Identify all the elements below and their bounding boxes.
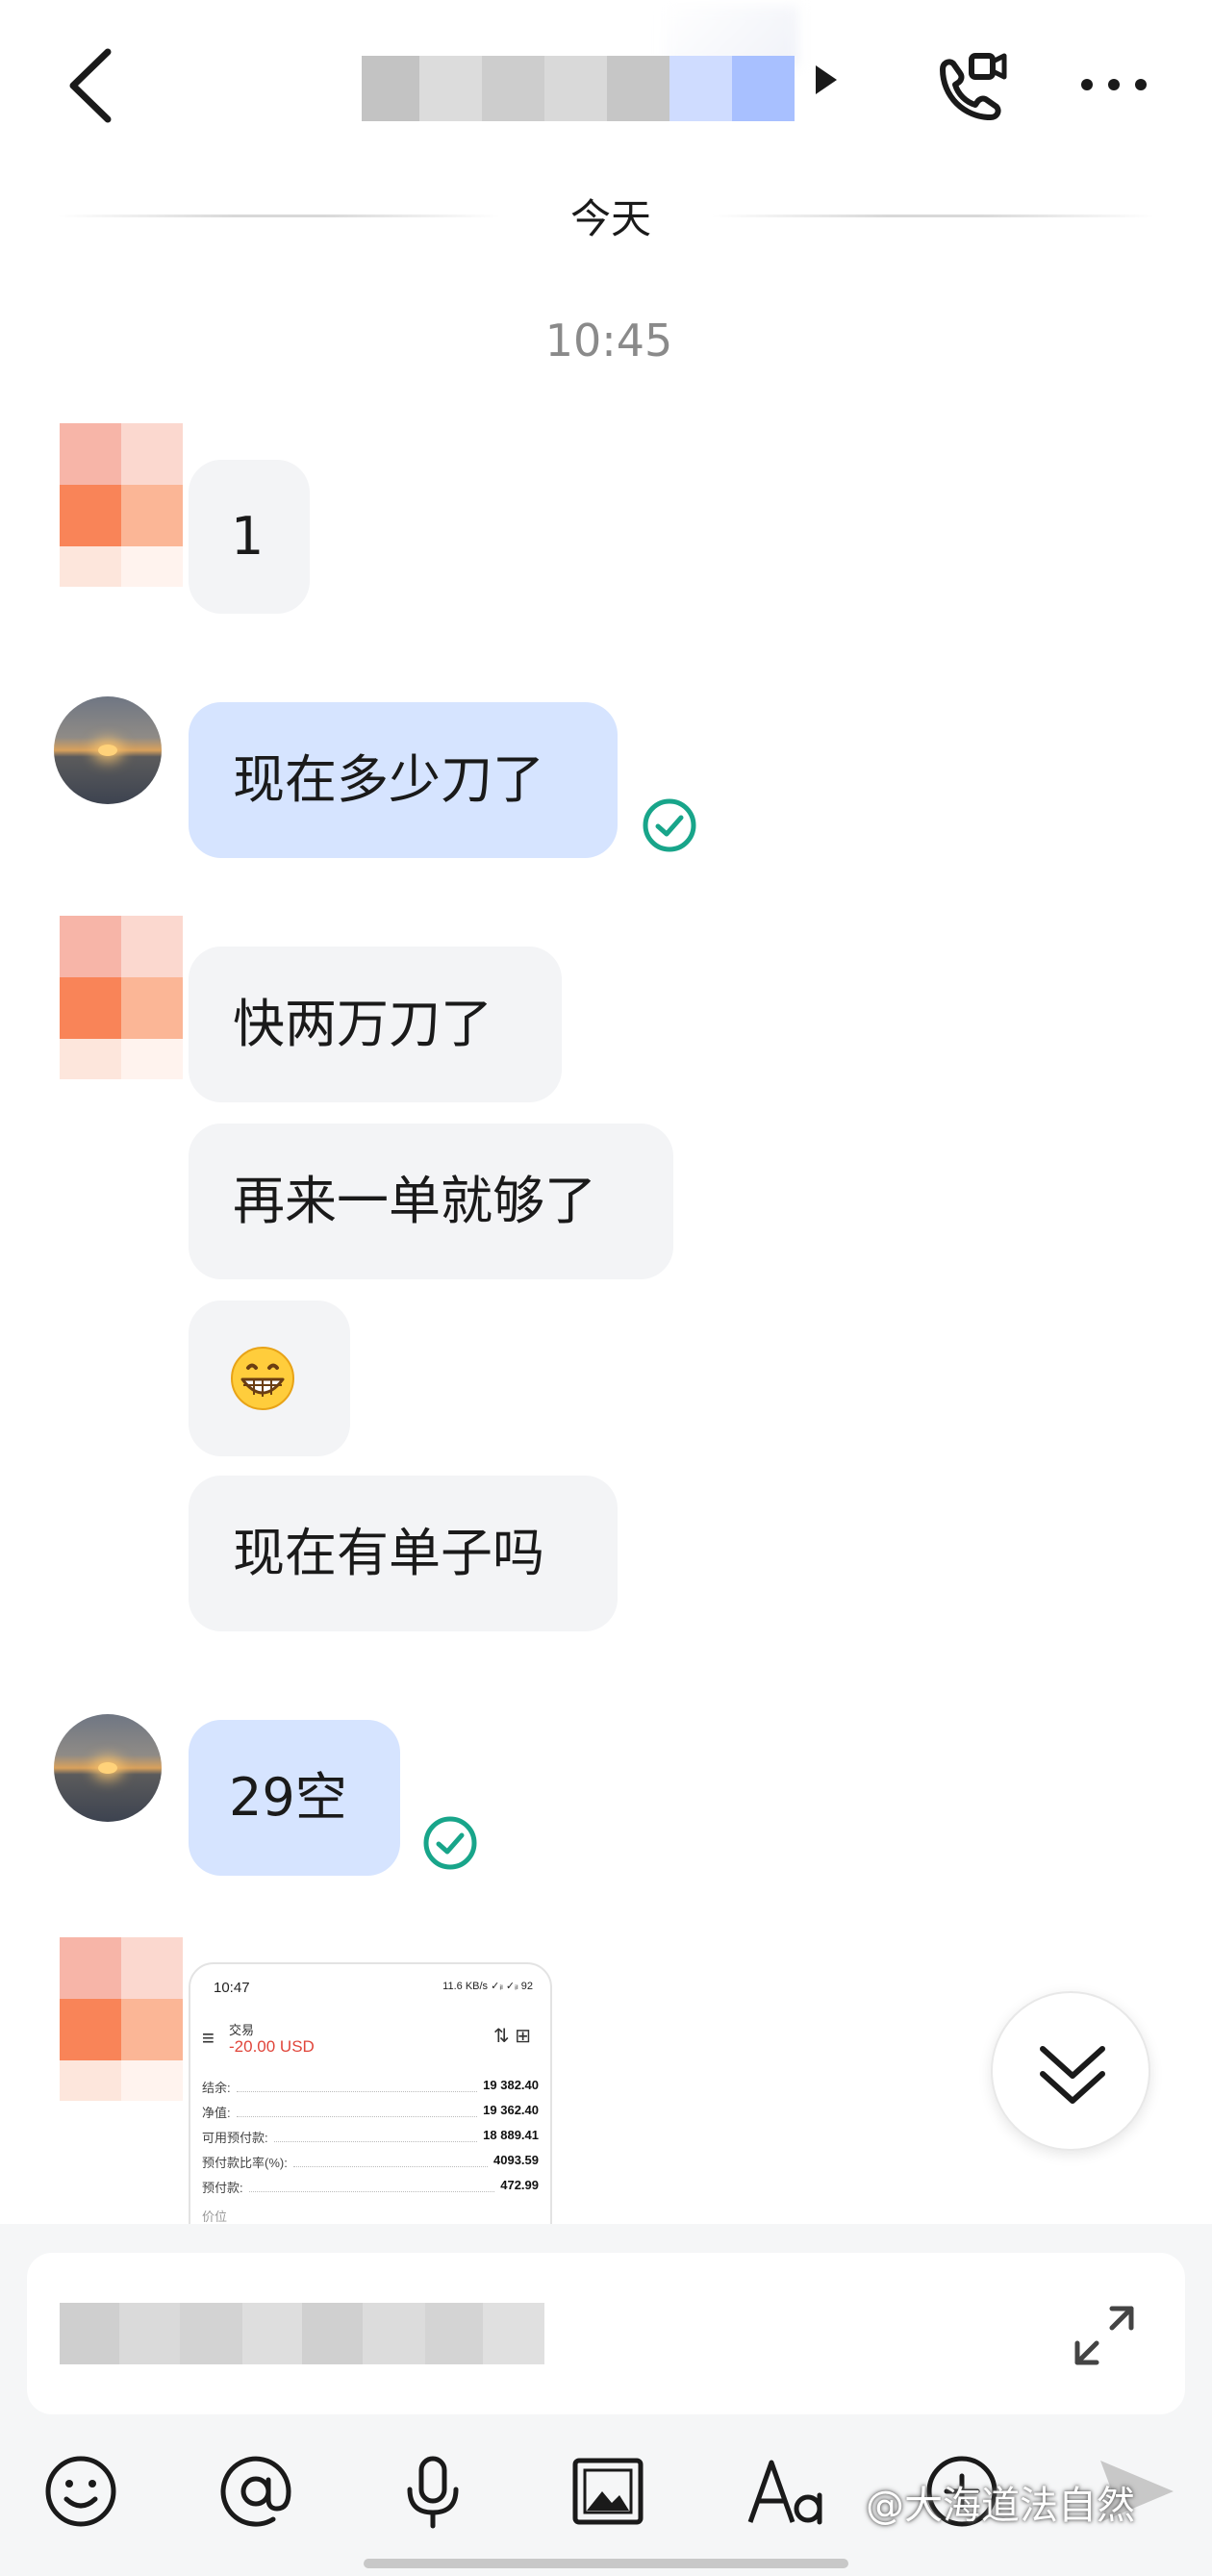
date-divider-line-left <box>58 215 500 217</box>
emoji-icon <box>45 2456 116 2527</box>
message-text: 29空 <box>229 1767 347 1828</box>
voice-button[interactable] <box>392 2451 473 2532</box>
screenshot-title: 交易 <box>229 2023 255 2037</box>
expand-input-button[interactable] <box>1068 2299 1141 2372</box>
account-row: 预付款: 472.99 <box>202 2178 539 2195</box>
chat-screen: 今天 10:45 1 现在多少刀了 快两万刀了 再来一单就够了 现在有单子吗 2… <box>0 0 1212 2576</box>
video-call-icon <box>940 53 1007 120</box>
message-bubble-incoming[interactable]: 快两万刀了 <box>189 947 562 1102</box>
contact-avatar-obscured[interactable] <box>29 916 183 1079</box>
account-row: 预付款比率(%): 4093.59 <box>202 2153 539 2170</box>
double-chevron-down-icon <box>1040 2046 1105 2104</box>
mention-icon <box>220 2456 291 2527</box>
grinning-emoji-icon <box>231 1347 294 1410</box>
input-text-obscured <box>60 2303 544 2364</box>
emoji-button[interactable] <box>40 2451 121 2532</box>
check-circle-icon <box>643 798 696 852</box>
account-row: 结余: 19 382.40 <box>202 2078 539 2095</box>
mention-button[interactable] <box>215 2451 296 2532</box>
message-bubble-outgoing[interactable]: 现在多少刀了 <box>189 702 618 858</box>
message-bubble-incoming[interactable]: 再来一单就够了 <box>189 1124 673 1279</box>
sunset-image <box>98 745 117 756</box>
screenshot-time: 10:47 <box>214 1980 250 1996</box>
screenshot-profit-amount: -20.00 USD <box>229 2037 315 2056</box>
account-row: 净值: 19 362.40 <box>202 2103 539 2120</box>
contact-name-obscured[interactable] <box>362 56 795 121</box>
back-button[interactable] <box>58 42 125 129</box>
screenshot-footer: 价位 <box>202 2210 228 2224</box>
chat-header <box>0 0 1212 169</box>
message-text: 现在有单子吗 <box>233 1523 544 1583</box>
title-expand-arrow-icon[interactable] <box>816 65 837 94</box>
message-bubble-incoming[interactable] <box>189 1301 350 1456</box>
more-icon <box>1081 79 1147 90</box>
video-call-button[interactable] <box>927 44 1014 131</box>
message-bubble-incoming[interactable]: 现在有单子吗 <box>189 1476 618 1631</box>
more-button[interactable] <box>1073 62 1154 110</box>
sunset-image <box>98 1762 117 1774</box>
hamburger-menu-icon: ≡ <box>202 2026 215 2050</box>
scroll-to-bottom-button[interactable] <box>991 1991 1150 2151</box>
my-avatar[interactable] <box>54 696 162 804</box>
microphone-icon <box>407 2456 459 2529</box>
my-avatar[interactable] <box>54 1714 162 1822</box>
home-indicator[interactable] <box>364 2559 848 2568</box>
message-bubble-incoming[interactable]: 1 <box>189 460 310 614</box>
contact-avatar-obscured[interactable] <box>29 1937 183 2101</box>
message-text: 再来一单就够了 <box>233 1171 596 1231</box>
check-circle-icon <box>423 1816 477 1870</box>
image-icon <box>572 2458 644 2525</box>
text-format-icon <box>747 2460 822 2525</box>
image-message[interactable]: 10:47 11.6 KB/s ✓ᵢₗ ✓ᵢₗ 92 ≡ 交易 -20.00 U… <box>189 1962 552 2232</box>
message-timestamp: 10:45 <box>544 315 673 366</box>
message-bubble-outgoing[interactable]: 29空 <box>189 1720 400 1876</box>
message-text: 现在多少刀了 <box>233 749 544 810</box>
chevron-left-icon <box>69 48 112 123</box>
expand-icon <box>1074 2306 1134 2365</box>
image-button[interactable] <box>568 2451 648 2532</box>
read-receipt <box>421 1814 479 1872</box>
contact-avatar-obscured[interactable] <box>29 423 183 587</box>
sort-and-add-icons: ⇅ ⊞ <box>492 2026 531 2047</box>
message-text: 1 <box>231 506 265 567</box>
watermark: @大海道法自然 <box>866 2484 1135 2528</box>
date-divider-line-right <box>712 215 1154 217</box>
screenshot-status-bar: 11.6 KB/s ✓ᵢₗ ✓ᵢₗ 92 <box>442 1981 533 1992</box>
message-text: 快两万刀了 <box>233 994 492 1054</box>
account-row: 可用预付款: 18 889.41 <box>202 2128 539 2145</box>
date-divider: 今天 <box>569 195 651 242</box>
text-format-button[interactable] <box>745 2451 825 2532</box>
read-receipt <box>641 796 698 854</box>
